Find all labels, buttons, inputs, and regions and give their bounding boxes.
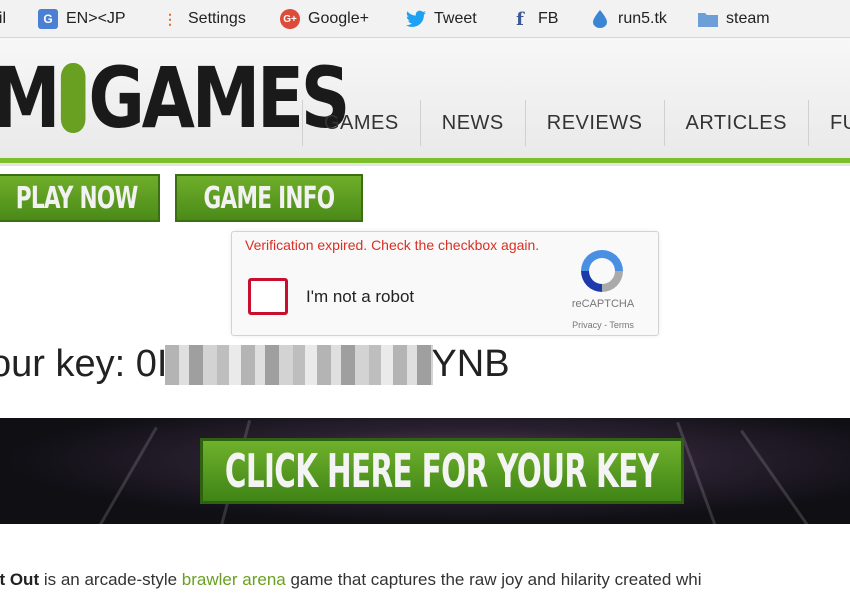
logo-o-icon [60,63,86,134]
nav-news[interactable]: NEWS [419,100,525,146]
bookmark-steam[interactable]: steam [698,0,770,38]
bookmark-label: EN><JP [66,10,126,27]
play-now-label: PLAY NOW [16,180,139,216]
bookmark-label: FB [538,10,559,27]
recaptcha-checkbox[interactable] [248,278,288,315]
get-key-button[interactable]: CLICK HERE FOR YOUR KEY [200,438,684,504]
translate-icon: G [38,9,58,29]
nav-articles[interactable]: ARTICLES [663,100,808,146]
bookmark-settings[interactable]: ⋮ Settings [160,0,246,38]
key-display: our key: 0I YNB [0,343,510,386]
recaptcha-links[interactable]: Privacy - Terms [563,320,643,330]
desc-link[interactable]: brawler arena [182,570,286,589]
nav-games[interactable]: GAMES [302,100,420,146]
bookmark-fb[interactable]: f FB [510,0,558,38]
logo-left: M [0,49,61,147]
bookmark-label: Google+ [308,10,369,27]
bookmark-google-plus[interactable]: G+ Google+ [280,0,369,38]
bookmark-mail[interactable]: ail [0,0,6,38]
site-logo[interactable]: MGAMES [0,49,350,147]
key-banner: CLICK HERE FOR YOUR KEY [0,418,850,524]
recaptcha-brand: reCAPTCHA [571,298,635,310]
google-plus-icon: G+ [280,9,300,29]
game-info-label: GAME INFO [203,180,336,216]
droplet-icon [590,9,610,29]
get-key-label: CLICK HERE FOR YOUR KEY [225,444,659,498]
main-nav: GAMES NEWS REVIEWS ARTICLES FU [302,100,850,146]
folder-icon [698,9,718,29]
settings-icon: ⋮ [163,10,177,27]
key-redacted [165,344,434,385]
bookmark-run5[interactable]: run5.tk [590,0,667,38]
banner-ray [85,426,158,524]
recaptcha-label: I'm not a robot [306,287,415,306]
nav-reviews[interactable]: REVIEWS [524,100,664,146]
game-info-button[interactable]: GAME INFO [175,174,363,222]
desc-text-2: game that captures the raw joy and hilar… [285,570,702,589]
bookmark-label: run5.tk [618,10,667,27]
nav-fu[interactable]: FU [807,100,850,146]
play-now-button[interactable]: PLAY NOW [0,174,160,222]
game-title: st Out [0,570,40,589]
bookmark-label: steam [726,10,770,27]
banner-ray [740,429,823,524]
bookmark-label: Settings [188,10,246,27]
recaptcha-widget: Verification expired. Check the checkbox… [231,231,659,336]
key-prefix: our key: 0I [0,343,168,385]
desc-text-1: is an arcade-style [39,570,182,589]
key-suffix: YNB [431,343,510,385]
bookmark-label: Tweet [434,10,477,27]
bookmark-label: ail [0,10,7,27]
site-header: MGAMES GAMES NEWS REVIEWS ARTICLES FU [0,38,850,160]
recaptcha-error: Verification expired. Check the checkbox… [245,237,540,253]
facebook-icon: f [516,8,524,30]
bookmark-tweet[interactable]: Tweet [406,0,477,38]
header-divider-shadow [0,163,850,166]
recaptcha-logo-icon [581,250,623,292]
twitter-icon [406,9,426,29]
game-description: st Out is an arcade-style brawler arena … [0,570,702,590]
bookmarks-bar: ail G EN><JP ⋮ Settings G+ Google+ Tweet… [0,0,850,38]
bookmark-translate[interactable]: G EN><JP [38,0,126,38]
